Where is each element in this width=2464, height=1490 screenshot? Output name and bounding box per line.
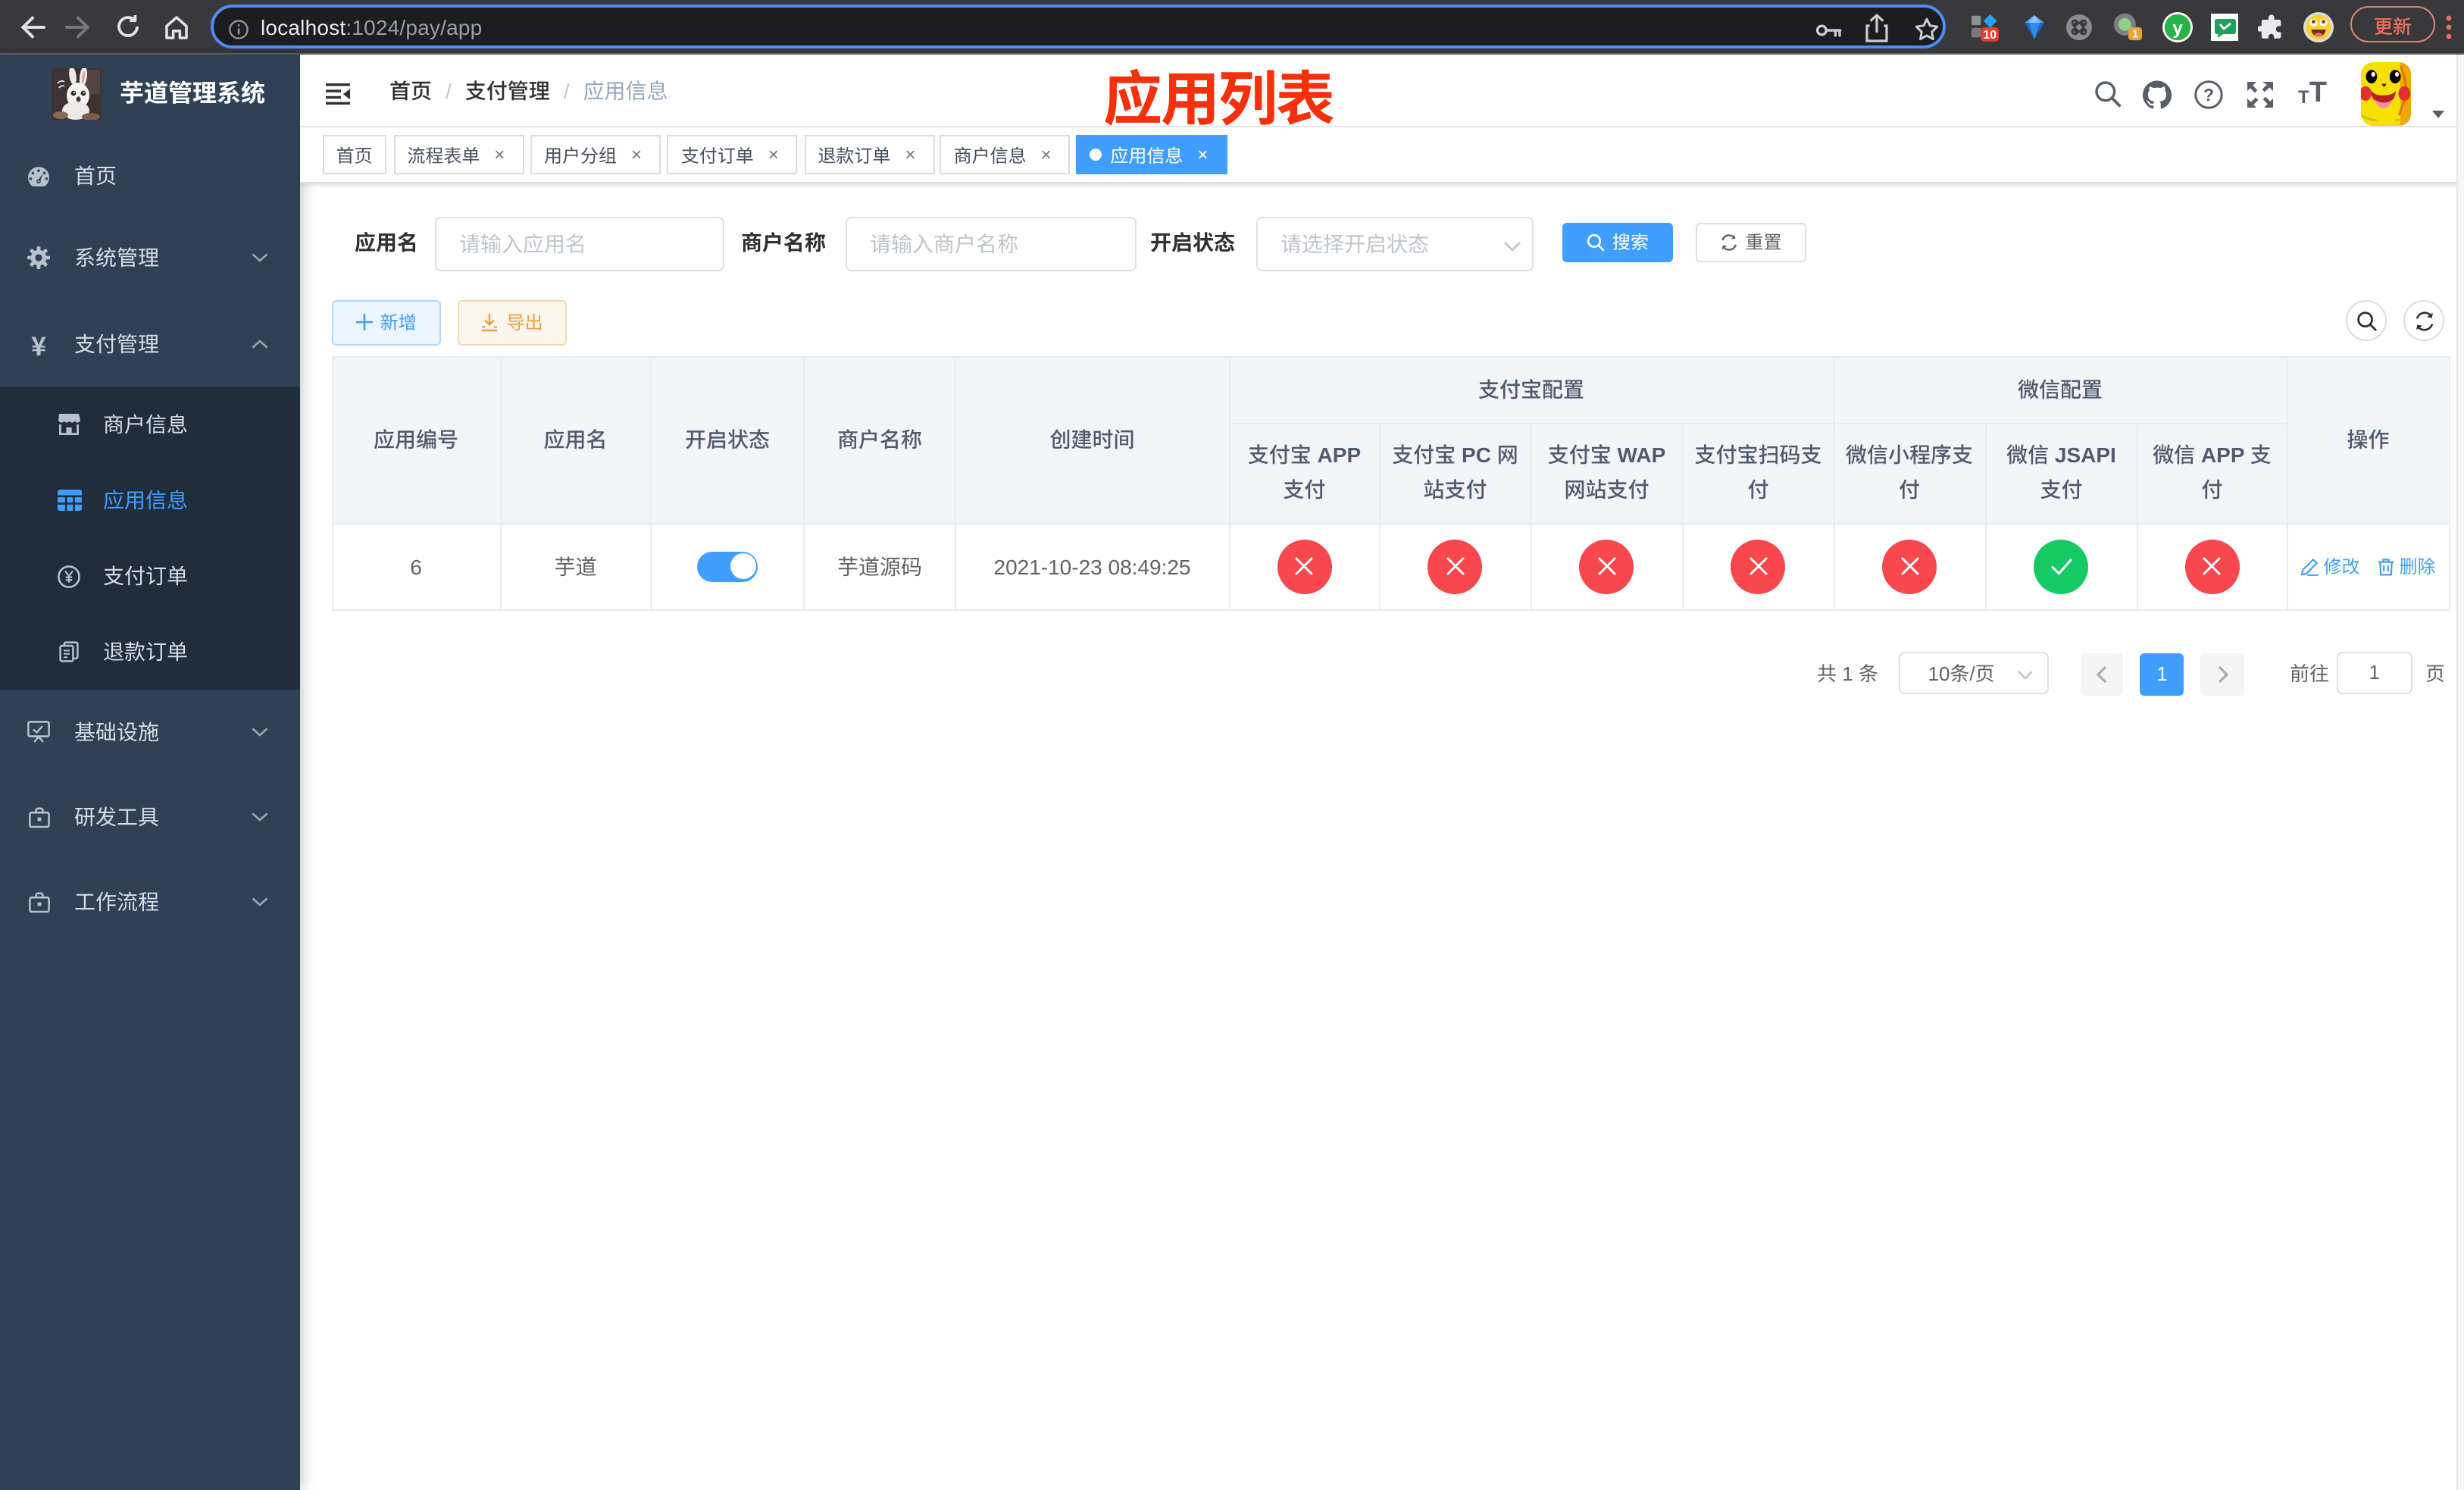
svg-text:10: 10	[1983, 29, 1997, 42]
svg-text:1: 1	[2132, 29, 2138, 41]
svg-text:y: y	[2172, 17, 2183, 38]
svg-text:?: ?	[2203, 84, 2214, 104]
